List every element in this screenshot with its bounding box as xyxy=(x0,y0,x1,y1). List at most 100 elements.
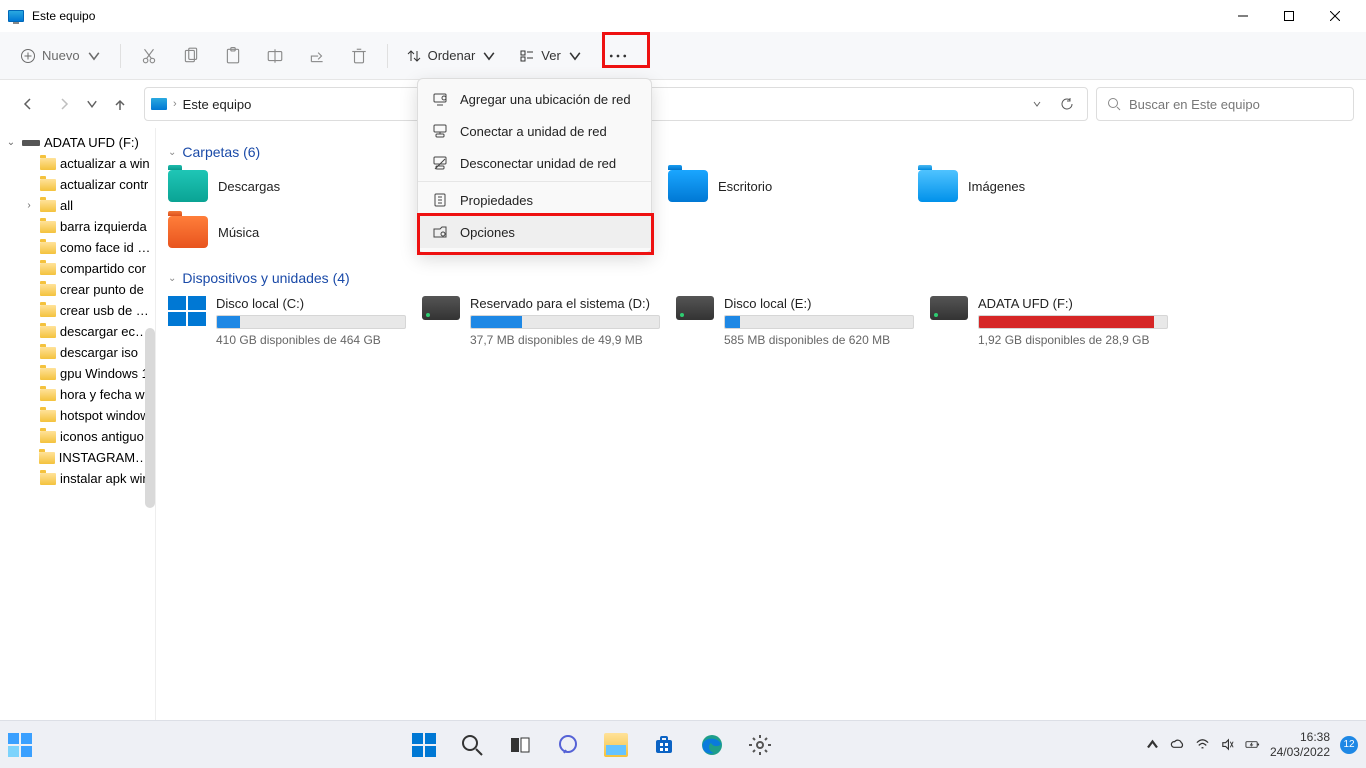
menu-label: Propiedades xyxy=(460,193,533,208)
new-button[interactable]: Nuevo xyxy=(12,42,110,70)
tree-label: actualizar contr xyxy=(60,177,148,192)
drive-item[interactable]: ADATA UFD (F:) 1,92 GB disponibles de 28,… xyxy=(930,296,1180,347)
tree-label: gpu Windows 1 xyxy=(60,366,149,381)
tray-chevron-icon[interactable] xyxy=(1145,737,1160,752)
tree-item[interactable]: › all xyxy=(0,195,155,216)
pictures-folder-icon xyxy=(918,170,958,202)
share-icon[interactable] xyxy=(299,38,335,74)
tree-label: hora y fecha wi xyxy=(60,387,147,402)
address-dropdown[interactable] xyxy=(1023,90,1051,118)
task-view-button[interactable] xyxy=(500,725,540,765)
forward-button[interactable] xyxy=(48,88,80,120)
recent-dropdown[interactable] xyxy=(84,88,100,120)
refresh-button[interactable] xyxy=(1053,90,1081,118)
search-box[interactable]: Buscar en Este equipo xyxy=(1096,87,1354,121)
maximize-button[interactable] xyxy=(1266,0,1312,32)
tree-label: all xyxy=(60,198,73,213)
folder-icon xyxy=(40,305,56,317)
folder-icon xyxy=(40,347,56,359)
breadcrumb[interactable]: Este equipo xyxy=(183,97,252,112)
drive-free: 410 GB disponibles de 464 GB xyxy=(216,333,418,347)
search-icon xyxy=(1107,97,1121,111)
drive-item[interactable]: Disco local (E:)585 MB disponibles de 62… xyxy=(676,296,926,347)
view-button[interactable]: Ver xyxy=(511,42,591,70)
folder-icon xyxy=(40,200,56,212)
tree-item[interactable]: actualizar contr xyxy=(0,174,155,195)
group-devices[interactable]: ⌄ Dispositivos y unidades (4) xyxy=(168,270,1354,286)
onedrive-icon[interactable] xyxy=(1170,737,1185,752)
tree-root-drive[interactable]: ⌄ ADATA UFD (F:) xyxy=(0,132,155,153)
command-toolbar: Nuevo Ordenar Ver xyxy=(0,32,1366,80)
widgets-button[interactable] xyxy=(0,725,40,765)
drive-name: Disco local (C:) xyxy=(216,296,418,311)
drive-free: 1,92 GB disponibles de 28,9 GB xyxy=(978,333,1180,347)
tree-item[interactable]: hotspot window xyxy=(0,405,155,426)
search-button[interactable] xyxy=(452,725,492,765)
microsoft-store-button[interactable] xyxy=(644,725,684,765)
back-button[interactable] xyxy=(12,88,44,120)
drive-item[interactable]: Reservado para el sistema (D:)37,7 MB di… xyxy=(422,296,672,347)
folder-icon xyxy=(40,263,56,275)
paste-icon[interactable] xyxy=(215,38,251,74)
menu-options[interactable]: Opciones xyxy=(418,216,651,248)
tree-item[interactable]: INSTAGRAM LIM xyxy=(0,447,155,468)
cut-icon[interactable] xyxy=(131,38,167,74)
tree-item[interactable]: como face id co xyxy=(0,237,155,258)
tree-item[interactable]: barra izquierda xyxy=(0,216,155,237)
close-button[interactable] xyxy=(1312,0,1358,32)
tree-item[interactable]: gpu Windows 1 xyxy=(0,363,155,384)
tree-item[interactable]: descargar ecosi xyxy=(0,321,155,342)
tree-item[interactable]: descargar iso xyxy=(0,342,155,363)
minimize-button[interactable] xyxy=(1220,0,1266,32)
tree-item[interactable]: instalar apk win xyxy=(0,468,155,489)
chevron-down-icon[interactable]: ⌄ xyxy=(4,137,18,148)
file-explorer-button[interactable] xyxy=(596,725,636,765)
group-folders[interactable]: ⌄ Carpetas (6) xyxy=(168,144,1354,160)
folder-musica[interactable]: Música xyxy=(168,216,418,248)
tree-item[interactable]: compartido cor xyxy=(0,258,155,279)
rename-icon[interactable] xyxy=(257,38,293,74)
sort-button[interactable]: Ordenar xyxy=(398,42,506,70)
chat-button[interactable] xyxy=(548,725,588,765)
menu-add-network-location[interactable]: Agregar una ubicación de red xyxy=(418,83,651,115)
navigation-row: › Este equipo Buscar en Este equipo xyxy=(0,80,1366,128)
battery-icon[interactable] xyxy=(1245,737,1260,752)
separator xyxy=(387,44,388,68)
tree-item[interactable]: actualizar a win xyxy=(0,153,155,174)
drive-item[interactable]: Disco local (C:) 410 GB disponibles de 46… xyxy=(168,296,418,347)
folder-label: Imágenes xyxy=(968,179,1025,194)
volume-icon[interactable] xyxy=(1220,737,1235,752)
folder-imagenes[interactable]: Imágenes xyxy=(918,170,1168,202)
folder-descargas[interactable]: Descargas xyxy=(168,170,418,202)
wifi-icon[interactable] xyxy=(1195,737,1210,752)
up-button[interactable] xyxy=(104,88,136,120)
tree-item[interactable]: crear punto de xyxy=(0,279,155,300)
chevron-right-icon[interactable]: › xyxy=(22,200,36,211)
menu-disconnect-network-drive[interactable]: Desconectar unidad de red xyxy=(418,147,651,179)
usage-bar xyxy=(470,315,660,329)
notification-badge[interactable]: 12 xyxy=(1340,736,1358,754)
tree-item[interactable]: iconos antiguo xyxy=(0,426,155,447)
start-button[interactable] xyxy=(404,725,444,765)
folder-icon xyxy=(40,431,56,443)
settings-button[interactable] xyxy=(740,725,780,765)
menu-properties[interactable]: Propiedades xyxy=(418,184,651,216)
menu-label: Agregar una ubicación de red xyxy=(460,92,631,107)
drive-name: ADATA UFD (F:) xyxy=(978,296,1180,311)
tree-item[interactable]: hora y fecha wi xyxy=(0,384,155,405)
menu-map-network-drive[interactable]: Conectar a unidad de red xyxy=(418,115,651,147)
scrollbar[interactable] xyxy=(145,328,155,508)
new-label: Nuevo xyxy=(42,48,80,63)
drive-free: 37,7 MB disponibles de 49,9 MB xyxy=(470,333,672,347)
usage-bar xyxy=(216,315,406,329)
window-title: Este equipo xyxy=(32,9,95,23)
clock[interactable]: 16:38 24/03/2022 xyxy=(1270,730,1330,759)
edge-button[interactable] xyxy=(692,725,732,765)
drive-icon xyxy=(422,296,460,320)
folder-escritorio[interactable]: Escritorio xyxy=(668,170,918,202)
system-tray[interactable] xyxy=(1145,737,1260,752)
tree-item[interactable]: crear usb de arr xyxy=(0,300,155,321)
copy-icon[interactable] xyxy=(173,38,209,74)
folder-icon xyxy=(40,158,56,170)
delete-icon[interactable] xyxy=(341,38,377,74)
